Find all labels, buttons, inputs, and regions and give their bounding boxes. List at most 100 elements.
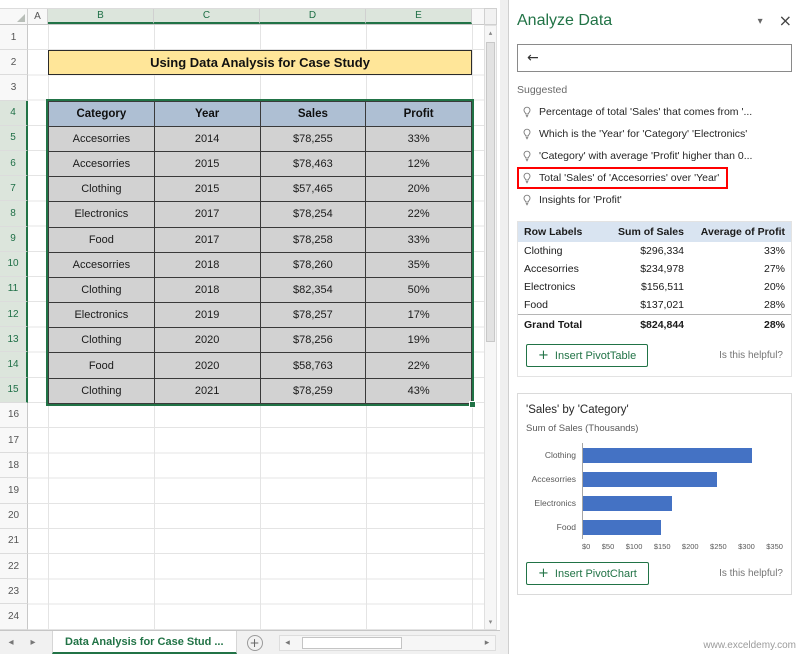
table-cell[interactable]: 2017 <box>153 201 261 228</box>
table-cell[interactable]: Accesorries <box>48 150 155 178</box>
scroll-down-arrow[interactable]: ▾ <box>485 615 496 629</box>
row-header-20[interactable]: 20 <box>0 503 28 529</box>
pane-resize-gutter[interactable] <box>500 0 508 654</box>
table-cell[interactable]: Clothing <box>48 276 155 304</box>
table-cell[interactable]: 43% <box>365 377 472 404</box>
row-header-19[interactable]: 19 <box>0 478 28 504</box>
table-cell[interactable]: $78,258 <box>259 226 367 253</box>
row-header-3[interactable]: 3 <box>0 75 28 101</box>
suggestion-item[interactable]: Which is the 'Year' for 'Category' 'Elec… <box>517 123 756 145</box>
helpful-link[interactable]: Is this helpful? <box>719 568 783 579</box>
column-header-B[interactable]: B <box>48 9 154 24</box>
table-cell[interactable]: 2018 <box>153 276 261 304</box>
select-all-corner[interactable] <box>0 9 28 24</box>
column-header-C[interactable]: C <box>154 9 260 24</box>
table-cell[interactable]: 33% <box>365 125 472 152</box>
row-header-1[interactable]: 1 <box>0 25 28 51</box>
table-cell[interactable]: Electronics <box>48 302 155 329</box>
table-cell[interactable]: 33% <box>365 226 472 253</box>
table-cell[interactable]: 2015 <box>153 176 261 203</box>
table-cell[interactable]: 2021 <box>153 377 261 404</box>
scroll-up-arrow[interactable]: ▴ <box>485 26 496 40</box>
suggestion-item[interactable]: Total 'Sales' of 'Accesorries' over 'Yea… <box>517 167 729 189</box>
row-header-14[interactable]: 14 <box>0 352 28 378</box>
table-cell[interactable]: $78,259 <box>259 377 367 404</box>
table-cell[interactable]: $78,260 <box>259 251 367 278</box>
vertical-scrollbar[interactable]: ▴ ▾ <box>484 25 497 630</box>
table-cell[interactable]: $78,254 <box>259 201 367 228</box>
scroll-right-arrow[interactable]: ▸ <box>479 638 495 648</box>
table-cell[interactable]: Clothing <box>48 176 155 203</box>
row-header-12[interactable]: 12 <box>0 302 28 328</box>
table-header-cell[interactable]: Year <box>153 100 261 127</box>
row-header-8[interactable]: 8 <box>0 201 28 227</box>
worksheet-title-cell[interactable]: Using Data Analysis for Case Study <box>48 50 472 76</box>
table-cell[interactable]: 2015 <box>153 150 261 178</box>
suggestion-item[interactable]: Insights for 'Profit' <box>517 189 631 211</box>
table-cell[interactable]: $78,257 <box>259 302 367 329</box>
row-header-18[interactable]: 18 <box>0 453 28 479</box>
scrollbar-split-box[interactable] <box>484 8 497 25</box>
table-cell[interactable]: Food <box>48 226 155 253</box>
helpful-link[interactable]: Is this helpful? <box>719 350 783 361</box>
table-cell[interactable]: $58,763 <box>259 352 367 379</box>
row-header-16[interactable]: 16 <box>0 402 28 428</box>
column-header-E[interactable]: E <box>366 9 472 24</box>
row-header-15[interactable]: 15 <box>0 377 28 403</box>
horizontal-scrollbar-thumb[interactable] <box>301 636 402 649</box>
table-cell[interactable]: 2014 <box>153 125 261 152</box>
pane-options-icon[interactable]: ▾ <box>758 16 763 27</box>
table-cell[interactable]: $78,463 <box>259 150 367 178</box>
prev-sheet-arrow[interactable]: ◂ <box>0 637 22 648</box>
table-cell[interactable]: Food <box>48 352 155 379</box>
selection-fill-handle[interactable] <box>469 400 476 408</box>
table-cell[interactable]: 22% <box>365 201 472 228</box>
table-cell[interactable]: 22% <box>365 352 472 379</box>
next-sheet-arrow[interactable]: ▸ <box>22 637 44 648</box>
table-cell[interactable]: 2019 <box>153 302 261 329</box>
horizontal-scrollbar-track[interactable] <box>296 636 479 650</box>
table-cell[interactable]: 2020 <box>153 327 261 354</box>
row-header-13[interactable]: 13 <box>0 327 28 353</box>
scroll-left-arrow[interactable]: ◂ <box>280 638 296 648</box>
insert-pivottable-button[interactable]: + Insert PivotTable <box>526 344 649 367</box>
back-button[interactable]: ← <box>517 44 792 72</box>
table-cell[interactable]: 35% <box>365 251 472 278</box>
table-header-cell[interactable]: Category <box>48 100 155 127</box>
row-header-6[interactable]: 6 <box>0 150 28 177</box>
bar-accesorries[interactable] <box>583 471 718 487</box>
table-cell[interactable]: 12% <box>365 150 472 178</box>
table-cell[interactable]: Clothing <box>48 377 155 404</box>
suggestion-item[interactable]: Percentage of total 'Sales' that comes f… <box>517 101 761 123</box>
row-header-10[interactable]: 10 <box>0 251 28 277</box>
bar-food[interactable] <box>583 519 662 535</box>
table-cell[interactable]: $78,255 <box>259 125 367 152</box>
bar-clothing[interactable] <box>583 447 753 463</box>
table-cell[interactable]: 19% <box>365 327 472 354</box>
vertical-scrollbar-track[interactable] <box>485 40 496 615</box>
table-cell[interactable]: Clothing <box>48 327 155 354</box>
horizontal-scrollbar[interactable]: ◂ ▸ <box>278 634 496 651</box>
table-cell[interactable]: Electronics <box>48 201 155 228</box>
table-cell[interactable]: 50% <box>365 276 472 304</box>
vertical-scrollbar-thumb[interactable] <box>486 42 495 342</box>
row-header-5[interactable]: 5 <box>0 125 28 151</box>
row-header-24[interactable]: 24 <box>0 604 28 630</box>
row-header-11[interactable]: 11 <box>0 276 28 303</box>
table-cell[interactable]: 20% <box>365 176 472 203</box>
row-header-4[interactable]: 4 <box>0 100 28 126</box>
table-header-cell[interactable]: Sales <box>259 100 367 127</box>
add-sheet-button[interactable]: + <box>246 634 263 651</box>
row-header-17[interactable]: 17 <box>0 428 28 454</box>
table-cell[interactable]: 2018 <box>153 251 261 278</box>
suggestion-item[interactable]: 'Category' with average 'Profit' higher … <box>517 145 761 167</box>
close-icon[interactable]: × <box>779 13 792 29</box>
table-header-cell[interactable]: Profit <box>365 100 472 127</box>
column-header-A[interactable]: A <box>28 9 48 24</box>
sheet-tab-active[interactable]: Data Analysis for Case Stud ... <box>52 631 237 654</box>
table-cell[interactable]: 2017 <box>153 226 261 253</box>
row-header-23[interactable]: 23 <box>0 579 28 605</box>
row-header-7[interactable]: 7 <box>0 176 28 202</box>
column-header-D[interactable]: D <box>260 9 366 24</box>
table-cell[interactable]: 17% <box>365 302 472 329</box>
